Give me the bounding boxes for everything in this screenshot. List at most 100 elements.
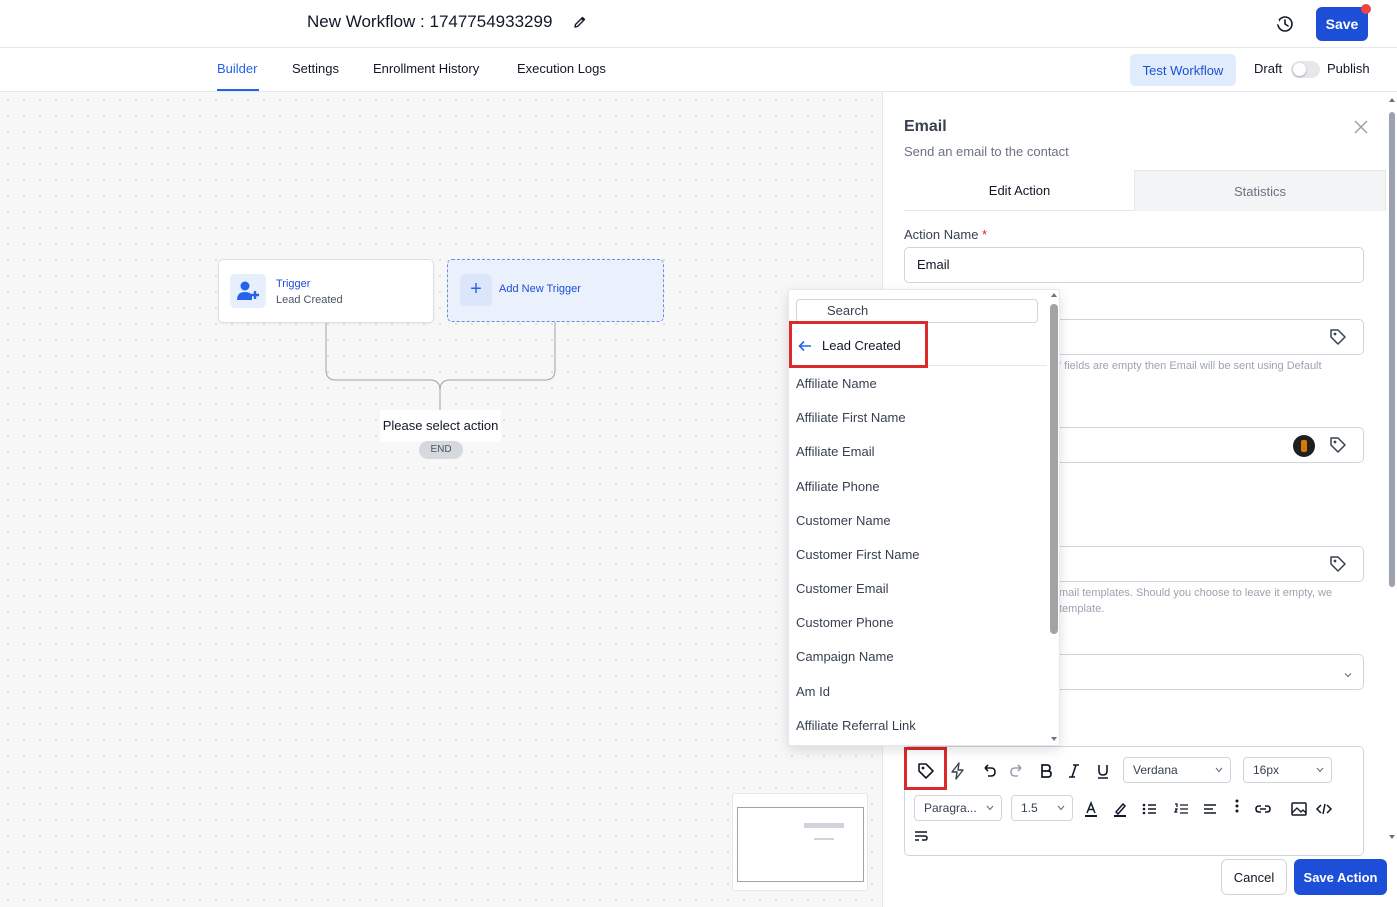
text-wrap-icon[interactable] — [911, 826, 931, 846]
history-icon[interactable] — [1275, 14, 1295, 34]
italic-icon[interactable] — [1064, 761, 1084, 781]
block-format-select[interactable]: Paragra... — [914, 795, 1002, 821]
numbered-list-icon[interactable] — [1172, 799, 1192, 819]
panel-subtitle: Send an email to the contact — [904, 144, 1069, 159]
from-hint: ' fields are empty then Email will be se… — [1059, 360, 1322, 372]
minimap-viewport — [737, 807, 864, 882]
list-item[interactable]: Affiliate Email — [796, 444, 875, 459]
notification-dot — [1361, 4, 1371, 14]
chevron-down-icon — [1057, 805, 1065, 811]
link-icon[interactable] — [1253, 799, 1273, 819]
template-hint-line1: mail templates. Should you choose to lea… — [1059, 587, 1333, 599]
tag-icon-highlight — [904, 747, 947, 790]
lead-created-highlight — [789, 321, 928, 368]
list-item[interactable]: Affiliate Name — [796, 376, 877, 391]
scroll-thumb[interactable] — [1389, 112, 1395, 587]
action-name-label: Action Name * — [904, 227, 988, 242]
bold-icon[interactable] — [1036, 761, 1056, 781]
active-tab-indicator — [217, 89, 259, 91]
redo-icon[interactable] — [1007, 761, 1027, 781]
dropdown-scrollbar[interactable] — [1048, 290, 1060, 747]
tab-statistics[interactable]: Statistics — [1134, 170, 1386, 211]
panel-title: Email — [904, 118, 947, 135]
add-trigger-node[interactable]: + Add New Trigger — [447, 259, 664, 322]
lightning-icon[interactable] — [948, 761, 968, 781]
font-family-select[interactable]: Verdana — [1123, 757, 1231, 783]
select-action-node[interactable]: Please select action — [380, 410, 501, 442]
list-item[interactable]: Am Id — [796, 684, 830, 699]
tab-settings[interactable]: Settings — [292, 61, 339, 76]
template-hint-line2: template. — [1059, 603, 1105, 615]
scroll-up-icon[interactable] — [1050, 291, 1058, 299]
bullet-list-icon[interactable] — [1140, 799, 1160, 819]
trigger-icon-box — [230, 274, 266, 308]
line-height-select[interactable]: 1.5 — [1011, 795, 1073, 821]
top-bar: New Workflow : 1747754933299 Save — [0, 0, 1397, 48]
list-item[interactable]: Customer Phone — [796, 615, 894, 630]
minimap[interactable] — [732, 793, 868, 891]
minimap-node — [804, 823, 844, 828]
scroll-up-icon[interactable] — [1388, 96, 1396, 104]
list-item[interactable]: Affiliate First Name — [796, 410, 906, 425]
list-item[interactable]: Customer First Name — [796, 547, 920, 562]
workflow-canvas[interactable]: Trigger Lead Created + Add New Trigger P… — [0, 92, 882, 907]
trigger-subtitle: Lead Created — [276, 294, 343, 306]
key-icon — [1301, 440, 1307, 452]
search-input[interactable]: Search — [796, 299, 1038, 323]
image-icon[interactable] — [1289, 799, 1309, 819]
tab-builder[interactable]: Builder — [217, 61, 257, 76]
close-icon[interactable] — [1353, 119, 1369, 135]
panel-scrollbar[interactable] — [1388, 96, 1396, 841]
rich-text-editor[interactable]: Verdana 16px Paragra... 1.5 — [904, 746, 1364, 856]
end-node: END — [419, 441, 463, 459]
font-size-select[interactable]: 16px — [1243, 757, 1332, 783]
list-item[interactable]: Campaign Name — [796, 649, 894, 664]
block-format-value: Paragra... — [924, 801, 977, 815]
more-vertical-icon[interactable] — [1227, 797, 1247, 817]
text-color-icon[interactable] — [1081, 799, 1101, 819]
cancel-button[interactable]: Cancel — [1221, 859, 1287, 895]
publish-label: Publish — [1327, 61, 1370, 76]
list-item[interactable]: Affiliate Phone — [796, 479, 880, 494]
plus-icon: + — [460, 274, 492, 306]
action-name-input[interactable]: Email — [904, 247, 1364, 283]
pencil-icon[interactable] — [572, 14, 588, 30]
scroll-thumb[interactable] — [1050, 304, 1058, 634]
password-manager-icon[interactable] — [1293, 435, 1315, 457]
workflow-title: New Workflow : 1747754933299 — [307, 12, 553, 31]
line-height-value: 1.5 — [1021, 801, 1038, 815]
chevron-down-icon — [1215, 767, 1223, 773]
code-icon[interactable] — [1314, 799, 1334, 819]
add-user-icon — [237, 281, 259, 300]
connector-lines — [325, 322, 556, 410]
chevron-down-icon — [1344, 673, 1352, 678]
tag-icon[interactable] — [1328, 435, 1348, 455]
align-icon[interactable] — [1200, 799, 1220, 819]
custom-values-dropdown: Search Lead Created Affiliate Name Affil… — [788, 289, 1060, 746]
draft-label: Draft — [1254, 61, 1283, 76]
font-size-value: 16px — [1253, 763, 1280, 777]
scroll-down-icon[interactable] — [1050, 735, 1058, 743]
list-item[interactable]: Customer Email — [796, 581, 888, 596]
highlight-icon[interactable] — [1110, 799, 1130, 819]
save-action-button[interactable]: Save Action — [1294, 859, 1387, 895]
scroll-down-icon[interactable] — [1388, 833, 1396, 841]
trigger-node[interactable]: Trigger Lead Created — [218, 259, 434, 323]
tab-enrollment-history[interactable]: Enrollment History — [373, 61, 479, 76]
undo-icon[interactable] — [979, 761, 999, 781]
list-item[interactable]: Affiliate Referral Link — [796, 718, 916, 733]
chevron-down-icon — [986, 805, 994, 811]
tag-icon[interactable] — [1328, 327, 1348, 347]
trigger-title: Trigger — [276, 278, 311, 290]
underline-icon[interactable] — [1093, 761, 1113, 781]
test-workflow-button[interactable]: Test Workflow — [1130, 54, 1236, 86]
tab-execution-logs[interactable]: Execution Logs — [517, 61, 606, 76]
tab-divider — [904, 210, 1135, 211]
nav-bar: Builder Settings Enrollment History Exec… — [0, 48, 1397, 92]
chevron-down-icon — [1316, 767, 1324, 773]
tab-edit-action[interactable]: Edit Action — [904, 170, 1135, 211]
list-item[interactable]: Customer Name — [796, 513, 891, 528]
tag-icon[interactable] — [1328, 554, 1348, 574]
save-button[interactable]: Save — [1316, 7, 1368, 41]
publish-toggle[interactable] — [1291, 61, 1320, 78]
